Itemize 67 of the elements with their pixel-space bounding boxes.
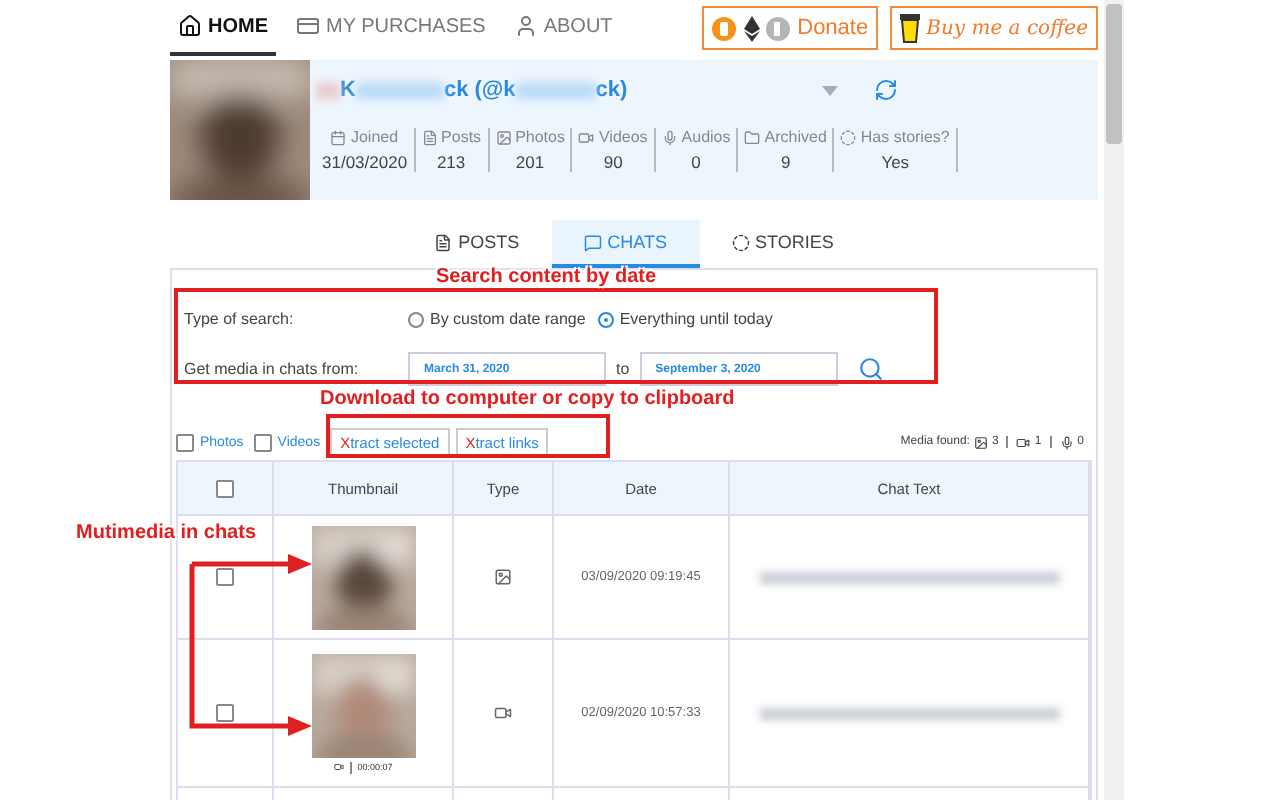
posts-icon xyxy=(421,129,438,145)
profile-name: K xyxy=(340,78,356,102)
folder-icon xyxy=(744,129,761,145)
card-icon xyxy=(296,14,320,38)
video-icon xyxy=(333,762,344,772)
blurred-text xyxy=(355,81,444,99)
nav-tab[interactable]: MY PURCHASES xyxy=(288,0,494,56)
crypto-coins-icon xyxy=(711,15,792,41)
checkbox[interactable] xyxy=(176,433,194,451)
stat-label: Has stories? xyxy=(840,128,950,146)
chat-icon xyxy=(583,233,602,251)
microphone-icon xyxy=(661,129,678,145)
stat-label: Videos xyxy=(578,128,648,146)
video-icon xyxy=(578,129,595,145)
blurred-text xyxy=(515,81,596,99)
refresh-icon[interactable] xyxy=(874,78,898,102)
radio-option[interactable]: Everything until today xyxy=(597,310,773,328)
stat-value: 9 xyxy=(780,152,791,172)
image-icon xyxy=(973,435,988,449)
profile-name: ck) xyxy=(595,78,628,102)
tab[interactable]: STORIES xyxy=(699,220,866,268)
image-icon xyxy=(494,568,512,586)
dashed-circle-icon xyxy=(840,129,857,145)
stat-value: 90 xyxy=(603,152,623,172)
microphone-icon xyxy=(1059,435,1074,449)
stat-label: Photos xyxy=(495,128,565,146)
stat-value: 213 xyxy=(436,152,466,172)
calendar-icon xyxy=(330,129,347,145)
dropdown-caret-icon[interactable] xyxy=(822,85,838,95)
image-icon xyxy=(495,129,512,145)
nav-tab[interactable]: ABOUT xyxy=(505,0,621,56)
radio-icon[interactable] xyxy=(597,311,614,327)
video-icon xyxy=(494,704,512,722)
stat-label: Archived xyxy=(744,128,827,146)
field-label: Get media in chats from: xyxy=(184,360,361,378)
coffee-cup-icon xyxy=(900,13,921,43)
stat-value: 201 xyxy=(515,152,545,172)
radio-icon[interactable] xyxy=(408,311,424,327)
posts-icon xyxy=(434,233,453,251)
donate-button[interactable]: Donate xyxy=(701,6,879,50)
field-label: Type of search: xyxy=(184,310,296,328)
annotation-label: Search content by date xyxy=(436,266,657,288)
checkbox[interactable] xyxy=(253,433,272,451)
coffee-button[interactable]: Buy me a coffee xyxy=(890,6,1098,50)
stat-value: 0 xyxy=(691,152,701,172)
annotation-label: Mutimedia in chats xyxy=(76,522,257,544)
scrollbar[interactable] xyxy=(1104,0,1124,800)
checkbox[interactable] xyxy=(216,479,234,497)
field-label: to xyxy=(616,360,630,378)
stat-value: 31/03/2020 xyxy=(322,152,408,172)
tab[interactable]: POSTS xyxy=(402,220,552,268)
nav-tab[interactable]: HOME xyxy=(170,0,276,56)
radio-option[interactable]: By custom date range xyxy=(408,310,586,328)
video-icon xyxy=(1016,435,1031,449)
dashed-circle-icon xyxy=(731,233,749,251)
checkbox[interactable] xyxy=(216,568,234,586)
stat-label: Joined xyxy=(330,128,399,146)
profile-name: ck (@k xyxy=(443,78,516,102)
home-icon xyxy=(178,14,202,38)
user-icon xyxy=(513,14,538,38)
stat-label: Posts xyxy=(421,128,482,146)
stat-value: Yes xyxy=(881,152,910,172)
search-icon[interactable] xyxy=(857,356,884,382)
checkbox[interactable] xyxy=(216,704,234,722)
annotation-label: Download to computer or copy to clipboard xyxy=(320,388,735,410)
tab[interactable]: CHATS xyxy=(551,220,699,268)
stat-label: Audios xyxy=(661,128,731,146)
